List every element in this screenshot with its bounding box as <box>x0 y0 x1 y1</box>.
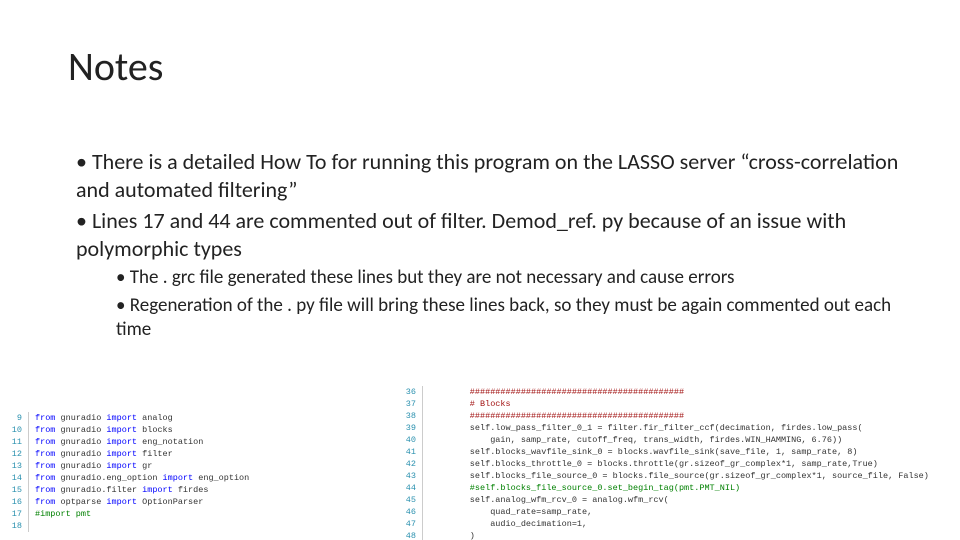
code-excerpt-right: 36 #####################################… <box>398 386 933 540</box>
page-title: Notes <box>68 42 163 91</box>
list-item: Lines 17 and 44 are commented out of fil… <box>76 207 900 341</box>
code-excerpt-left: 9from gnuradio import analog10from gnura… <box>4 412 253 532</box>
list-item: There is a detailed How To for running t… <box>76 148 900 203</box>
list-item: Regeneration of the . py file will bring… <box>116 294 900 342</box>
bullet-block: There is a detailed How To for running t… <box>76 148 900 345</box>
list-item: The . grc file generated these lines but… <box>116 266 900 290</box>
slide: Notes There is a detailed How To for run… <box>0 0 960 540</box>
